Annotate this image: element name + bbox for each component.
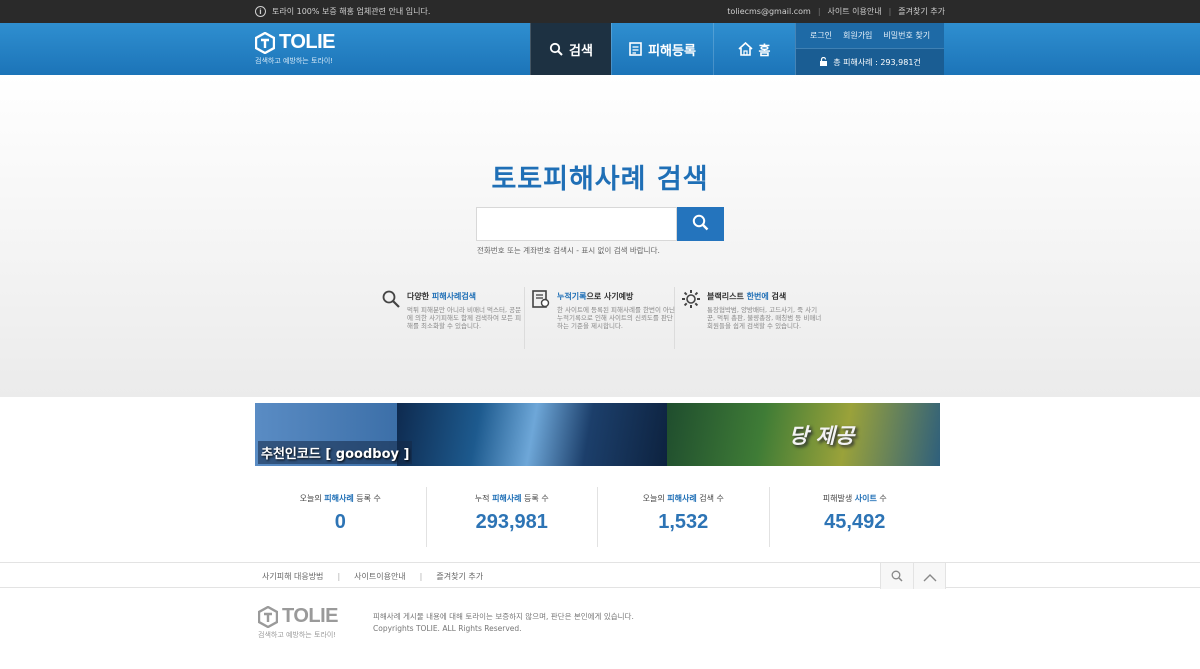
- stat-sites: 피해발생 사이트 수 45,492: [770, 487, 941, 547]
- feature-description: 한 사이트에 등록된 피해사례를 한번이 아닌 누적기록으로 인해 사이트의 신…: [557, 306, 675, 330]
- footer-logo-text: TOLIE: [282, 605, 339, 627]
- stat-label: 오늘의 피해사례 등록 수: [299, 494, 381, 503]
- search-icon: [549, 42, 563, 56]
- stat-value: 1,532: [658, 511, 709, 533]
- stat-value: 0: [334, 511, 346, 533]
- feature-title: 다양한 피해사례검색: [407, 292, 477, 301]
- feature-item: 다양한 피해사례검색 먹튀 피해분만 아니라 비매너 먹스터, 공문에 의한 사…: [375, 287, 525, 349]
- logo-hexagon-icon: [257, 605, 279, 628]
- home-icon: [737, 42, 753, 56]
- referral-code: 추천인코드 [ goodboy ]: [258, 441, 413, 464]
- top-notice-bar: i 토라이 100% 보증 해홍 업체관련 안내 입니다. toliecms@g…: [0, 0, 1200, 23]
- feature-description: 먹튀 피해분만 아니라 비매너 먹스터, 공문에 의한 사기피해도 함께 검색하…: [407, 306, 522, 330]
- logo-tagline: 검색하고 예방하는 토라이!: [255, 57, 334, 65]
- footer-search-button[interactable]: [880, 563, 913, 589]
- nav-home-label: 홈: [758, 43, 771, 59]
- info-icon: i: [255, 6, 266, 17]
- stats-panel: 오늘의 피해사례 등록 수 0 누적 피해사례 등록 수 293,981 오늘의…: [255, 487, 940, 547]
- footer: TOLIE 검색하고 예방하는 토라이! 피해사례 게시물 내용에 대해 토라이…: [0, 589, 1200, 669]
- scroll-top-button[interactable]: [913, 563, 946, 589]
- feature-item: 블랙리스트 한번에 검색 통장협박범, 양방배터, 고드사기, 죽 사기꾼, 먹…: [675, 287, 825, 349]
- stat-label: 누적 피해사례 등록 수: [474, 494, 549, 503]
- divider: |: [817, 7, 821, 16]
- lock-icon: [819, 56, 828, 68]
- total-cases-count: 총 피해사례 : 293,981건: [833, 57, 921, 67]
- chevron-up-icon: [923, 567, 937, 586]
- footer-logo-tagline: 검색하고 예방하는 토라이!: [258, 631, 337, 639]
- record-icon: [531, 289, 551, 309]
- header: TOLIE 검색하고 예방하는 토라이! 검색 피해등록 홈 로그인 회원가입: [0, 23, 1200, 75]
- nav-report-label: 피해등록: [648, 43, 696, 59]
- search-button[interactable]: [677, 207, 724, 241]
- search-icon: [891, 567, 903, 586]
- nav-report[interactable]: 피해등록: [611, 23, 713, 75]
- stat-label: 피해발생 사이트 수: [822, 494, 887, 503]
- logo-hexagon-icon: [254, 31, 276, 54]
- notice-text[interactable]: 토라이 100% 보증 해홍 업체관련 안내 입니다.: [272, 6, 430, 17]
- search-form: [476, 207, 724, 241]
- bookmark-link[interactable]: 즐겨찾기 추가: [898, 6, 945, 17]
- feature-title: 누적기록으로 사기예방: [557, 292, 634, 301]
- find-password-link[interactable]: 비밀번호 찾기: [883, 30, 930, 41]
- search-input[interactable]: [476, 207, 677, 241]
- site-guide-link[interactable]: 사이트이용안내: [354, 571, 406, 582]
- logo-text: TOLIE: [279, 31, 336, 53]
- stat-value: 293,981: [475, 511, 548, 533]
- footer-logo: TOLIE 검색하고 예방하는 토라이!: [257, 605, 339, 640]
- search-icon: [692, 214, 709, 234]
- search-hero: 토토피해사례 검색 전화번호 또는 계좌번호 검색시 - 표시 없이 검색 바랍…: [0, 75, 1200, 397]
- account-panel: 로그인 회원가입 비밀번호 찾기 총 피해사례 : 293,981건: [795, 23, 944, 75]
- fraud-response-link[interactable]: 사기피해 대응방법: [262, 571, 323, 582]
- divider: |: [419, 571, 423, 581]
- nav-search[interactable]: 검색: [530, 23, 611, 75]
- search-hint: 전화번호 또는 계좌번호 검색시 - 표시 없이 검색 바랍니다.: [477, 246, 660, 255]
- divider: |: [888, 7, 892, 16]
- stat-value: 45,492: [824, 511, 886, 533]
- feature-list: 다양한 피해사례검색 먹튀 피해분만 아니라 비매너 먹스터, 공문에 의한 사…: [375, 287, 825, 349]
- nav-search-label: 검색: [569, 43, 593, 59]
- signup-link[interactable]: 회원가입: [843, 30, 872, 41]
- feature-title: 블랙리스트 한번에 검색: [707, 292, 787, 301]
- banner-slogan: 당 제공: [789, 424, 855, 448]
- nav-home[interactable]: 홈: [713, 23, 794, 75]
- logo[interactable]: TOLIE 검색하고 예방하는 토라이!: [254, 31, 336, 66]
- promo-banner[interactable]: 추천인코드 [ goodboy ] 당 제공: [255, 403, 940, 466]
- stat-today-registered: 오늘의 피해사례 등록 수 0: [255, 487, 427, 547]
- page-title: 토토피해사례 검색: [491, 164, 709, 195]
- contact-email[interactable]: toliecms@gmail.com: [727, 7, 811, 16]
- feature-item: 누적기록으로 사기예방 한 사이트에 등록된 피해사례를 한번이 아닌 누적기록…: [525, 287, 675, 349]
- banner-image-mid: [397, 403, 667, 466]
- divider: |: [337, 571, 341, 581]
- disclaimer: 피해사례 게시물 내용에 대해 토라이는 보증하지 않으며, 판단은 본인에게 …: [373, 612, 634, 621]
- magnifier-icon: [381, 289, 401, 309]
- document-icon: [629, 42, 642, 56]
- feature-description: 통장협박범, 양방배터, 고드사기, 죽 사기꾼, 먹튀 총판, 불량총장, 매…: [707, 306, 822, 330]
- copyright: Copyrights TOLIE. ALL Rights Reserved.: [373, 624, 522, 633]
- footer-link-bar: 사기피해 대응방법 | 사이트이용안내 | 즐겨찾기 추가: [0, 562, 1200, 589]
- bookmark-link[interactable]: 즐겨찾기 추가: [436, 571, 483, 582]
- login-link[interactable]: 로그인: [810, 30, 832, 41]
- stat-label: 오늘의 피해사례 검색 수: [642, 494, 724, 503]
- notice[interactable]: i 토라이 100% 보증 해홍 업체관련 안내 입니다.: [255, 6, 430, 17]
- main-nav: 검색 피해등록 홈: [530, 23, 794, 75]
- stat-today-searches: 오늘의 피해사례 검색 수 1,532: [598, 487, 770, 547]
- gear-icon: [681, 289, 701, 309]
- stat-total-registered: 누적 피해사례 등록 수 293,981: [427, 487, 598, 547]
- site-guide-link[interactable]: 사이트 이용안내: [828, 6, 882, 17]
- footer-text: 피해사례 게시물 내용에 대해 토라이는 보증하지 않으며, 판단은 본인에게 …: [373, 611, 634, 635]
